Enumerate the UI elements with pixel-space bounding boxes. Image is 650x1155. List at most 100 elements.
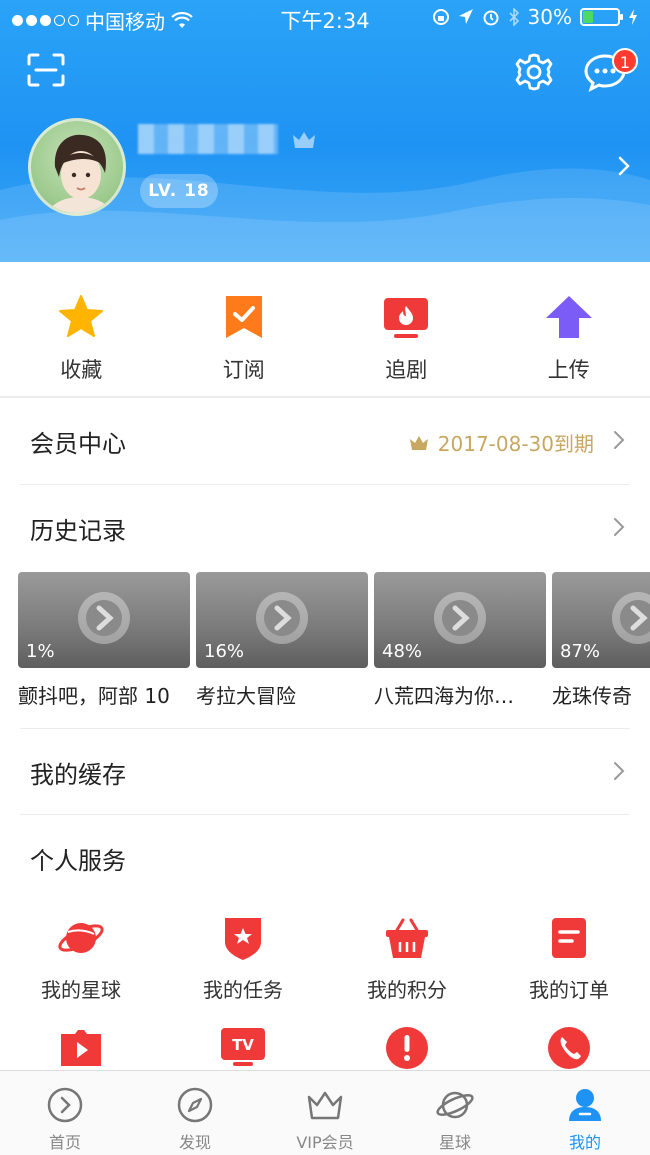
upload-arrow-icon — [545, 296, 592, 338]
history-list: 1% 颤抖吧，阿部 10 16% 考拉大冒险 48% 八荒四海为你… 87% 龙… — [18, 572, 650, 712]
service-my-points[interactable]: 我的积分 — [326, 914, 488, 1003]
quick-actions: 收藏 订阅 追剧 上传 — [0, 262, 650, 398]
message-count-badge: 1 — [612, 48, 638, 74]
history-thumbnail: 48% — [374, 572, 546, 668]
quick-subscribe-button[interactable]: 订阅 — [163, 262, 326, 398]
play-circle-icon — [612, 592, 650, 644]
services-grid: 我的星球 我的任务 我的积分 我的订单 TV — [0, 906, 650, 1076]
service-label: 我的订单 — [529, 978, 609, 1002]
quick-upload-button[interactable]: 上传 — [488, 262, 650, 398]
service-video[interactable] — [0, 1024, 162, 1076]
service-phone[interactable] — [488, 1024, 650, 1076]
status-bar: 中国移动 下午2:34 30% — [0, 0, 650, 36]
history-row[interactable]: 历史记录 — [0, 485, 650, 571]
order-doc-icon — [552, 918, 586, 958]
history-thumbnail: 87% — [552, 572, 650, 668]
svg-text:TV: TV — [232, 1036, 254, 1054]
tab-discover[interactable]: 发现 — [130, 1071, 260, 1155]
tab-mine[interactable]: 我的 — [520, 1071, 650, 1155]
vip-crown-badge-icon — [293, 132, 315, 148]
service-label: 我的积分 — [367, 978, 447, 1002]
chevron-right-icon — [614, 431, 625, 449]
tab-home[interactable]: 首页 — [0, 1071, 130, 1155]
planet-outline-icon — [436, 1091, 474, 1119]
play-circle-icon — [78, 592, 130, 644]
tab-label: 我的 — [568, 1133, 601, 1152]
vip-crown-icon — [409, 435, 428, 450]
service-tv[interactable]: TV — [162, 1024, 324, 1076]
planet-icon — [58, 923, 104, 953]
service-my-planet[interactable]: 我的星球 — [0, 914, 162, 1003]
service-my-orders[interactable]: 我的订单 — [488, 914, 650, 1003]
services-title: 个人服务 — [30, 847, 126, 875]
history-progress: 87% — [560, 641, 601, 662]
location-icon — [458, 9, 473, 24]
user-level-badge: LV. 18 — [140, 174, 218, 208]
history-thumbnail: 1% — [18, 572, 190, 668]
service-alert[interactable] — [326, 1024, 488, 1076]
quick-upload-label: 上传 — [547, 358, 590, 382]
chevron-right-icon — [614, 762, 625, 780]
battery-icon — [580, 8, 623, 26]
quick-follow-drama-label: 追剧 — [385, 358, 428, 382]
history-item-title: 颤抖吧，阿部 10 — [18, 684, 170, 708]
task-shield-icon — [225, 918, 261, 960]
bluetooth-icon — [508, 8, 519, 26]
quick-favorite-button[interactable]: 收藏 — [0, 262, 163, 398]
service-label: 我的任务 — [203, 978, 283, 1002]
quick-follow-drama-button[interactable]: 追剧 — [325, 262, 488, 398]
bookmark-check-icon — [225, 296, 262, 338]
vip-expire: 2017-08-30到期 — [408, 428, 594, 457]
tv-flame-icon — [384, 298, 429, 338]
history-item[interactable]: 1% 颤抖吧，阿部 10 — [18, 572, 190, 709]
history-item[interactable]: 16% 考拉大冒险 — [196, 572, 368, 709]
tab-label: 发现 — [178, 1133, 211, 1152]
rotation-lock-icon — [432, 9, 449, 25]
history-item-title: 考拉大冒险 — [196, 684, 296, 708]
history-progress: 16% — [204, 641, 245, 662]
home-play-icon — [47, 1087, 83, 1123]
history-item-title: 八荒四海为你… — [374, 684, 514, 708]
alarm-icon — [483, 10, 499, 26]
vip-center-row[interactable]: 会员中心 2017-08-30到期 — [0, 398, 650, 484]
tab-planet[interactable]: 星球 — [390, 1071, 520, 1155]
basket-icon — [386, 918, 428, 958]
history-thumbnail: 16% — [196, 572, 368, 668]
vip-expire-text: 2017-08-30到期 — [437, 432, 594, 456]
crown-icon — [307, 1091, 343, 1120]
history-progress: 1% — [26, 641, 55, 662]
profile-header: 中国移动 下午2:34 30% 1 LV. 18 — [0, 0, 650, 262]
compass-icon — [177, 1087, 213, 1123]
chevron-right-icon[interactable] — [614, 152, 634, 180]
user-icon — [569, 1089, 601, 1121]
vip-center-title: 会员中心 — [30, 430, 126, 458]
avatar[interactable] — [28, 118, 126, 216]
service-label: 我的星球 — [41, 978, 121, 1002]
tab-label: VIP会员 — [296, 1133, 354, 1152]
my-cache-row[interactable]: 我的缓存 — [0, 729, 650, 815]
tab-vip[interactable]: VIP会员 — [260, 1071, 390, 1155]
quick-subscribe-label: 订阅 — [222, 358, 265, 382]
history-item[interactable]: 48% 八荒四海为你… — [374, 572, 546, 709]
service-my-tasks[interactable]: 我的任务 — [162, 914, 324, 1003]
chevron-right-icon — [614, 518, 625, 536]
quick-favorite-label: 收藏 — [60, 358, 103, 382]
scan-icon[interactable] — [26, 52, 66, 88]
settings-gear-icon[interactable] — [514, 52, 554, 92]
services-header: 个人服务 — [0, 815, 650, 901]
tab-label: 首页 — [48, 1133, 81, 1152]
tv-icon: TV — [221, 1028, 265, 1066]
history-item[interactable]: 87% 龙珠传奇 — [552, 572, 650, 709]
history-progress: 48% — [382, 641, 423, 662]
charging-icon — [629, 9, 637, 25]
bottom-tab-bar: 首页 发现 VIP会员 星球 我的 — [0, 1070, 650, 1155]
battery-percent: 30% — [527, 5, 572, 29]
username-blurred — [138, 124, 278, 154]
star-icon — [59, 295, 104, 337]
tab-label: 星球 — [438, 1133, 471, 1152]
history-title: 历史记录 — [30, 517, 126, 545]
play-circle-icon — [434, 592, 486, 644]
alert-icon — [386, 1027, 428, 1069]
history-item-title: 龙珠传奇 — [552, 684, 632, 708]
video-play-icon — [61, 1030, 101, 1066]
